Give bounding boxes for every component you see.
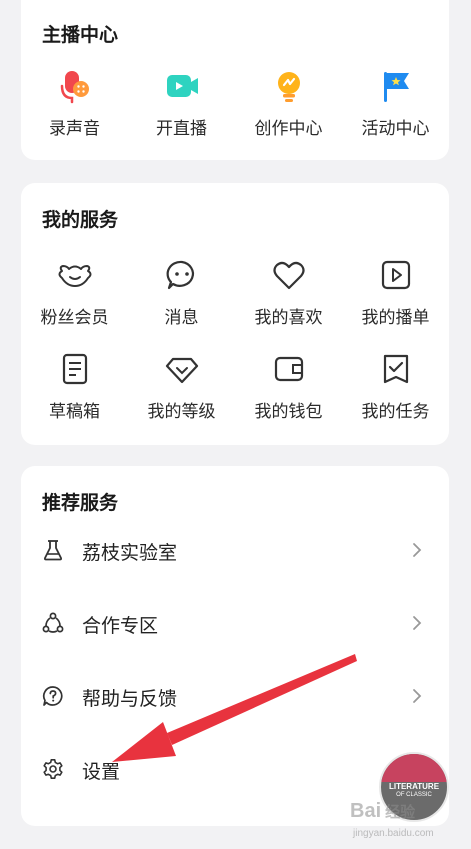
creation-center-button[interactable]: 创作中心 <box>235 68 342 139</box>
my-wallet-label: 我的钱包 <box>254 402 323 422</box>
message-icon <box>166 260 194 290</box>
flag-icon <box>383 72 409 102</box>
cover-art-band <box>381 754 447 782</box>
wallet-icon <box>274 356 303 382</box>
draft-box-label: 草稿箱 <box>49 402 100 422</box>
draft-box-button[interactable]: 草稿箱 <box>21 351 128 422</box>
lizhi-lab-label: 荔枝实验室 <box>82 542 178 564</box>
microphone-icon <box>60 71 89 104</box>
my-tasks-button[interactable]: 我的任务 <box>342 351 449 422</box>
watermark-brand-text2: 经验 <box>385 804 416 821</box>
my-level-label: 我的等级 <box>147 402 216 422</box>
floating-title-line2: OF CLASSIC <box>396 792 432 798</box>
record-voice-label: 录声音 <box>49 119 100 139</box>
chevron-right-icon <box>413 689 422 703</box>
my-likes-label: 我的喜欢 <box>254 308 323 328</box>
lizhi-lab-row[interactable]: 荔枝实验室 <box>21 520 449 580</box>
lightbulb-icon <box>277 72 300 102</box>
cooperation-icon <box>42 612 64 633</box>
activity-center-button[interactable]: 活动中心 <box>342 68 449 139</box>
my-services-card: 我的服务 粉丝会员 消息 我的喜欢 我的播单 草稿箱 我的等级 我的钱包 我的任… <box>21 183 449 445</box>
draft-icon <box>62 353 87 385</box>
my-playlist-label: 我的播单 <box>361 308 430 328</box>
task-icon <box>383 354 408 384</box>
chevron-right-icon <box>413 616 422 630</box>
settings-label: 设置 <box>82 761 121 783</box>
creation-center-label: 创作中心 <box>254 119 323 139</box>
my-likes-button[interactable]: 我的喜欢 <box>235 257 342 328</box>
fan-member-label: 粉丝会员 <box>40 308 109 328</box>
cooperation-zone-label: 合作专区 <box>82 615 159 637</box>
my-wallet-button[interactable]: 我的钱包 <box>235 351 342 422</box>
help-feedback-label: 帮助与反馈 <box>82 688 178 710</box>
help-feedback-row[interactable]: 帮助与反馈 <box>21 666 449 726</box>
activity-center-label: 活动中心 <box>361 119 430 139</box>
message-button[interactable]: 消息 <box>128 257 235 328</box>
watermark-brand: Bai 经验 <box>350 800 415 823</box>
watermark-url: jingyan.baidu.com <box>353 828 434 839</box>
gear-icon <box>43 759 63 779</box>
fan-member-icon <box>58 265 91 287</box>
flask-icon <box>43 540 63 561</box>
help-icon <box>42 686 63 706</box>
cooperation-zone-row[interactable]: 合作专区 <box>21 593 449 653</box>
level-icon <box>165 357 198 384</box>
start-live-label: 开直播 <box>156 119 207 139</box>
anchor-center-card: 主播中心 录声音 开直播 创作中心 活动中心 <box>21 0 449 160</box>
message-label: 消息 <box>164 308 199 328</box>
chevron-right-icon <box>413 543 422 557</box>
my-services-title: 我的服务 <box>42 209 119 231</box>
anchor-center-title: 主播中心 <box>42 24 119 46</box>
recommended-title: 推荐服务 <box>42 492 119 514</box>
video-camera-icon <box>166 75 198 97</box>
fan-member-button[interactable]: 粉丝会员 <box>21 257 128 328</box>
playlist-icon <box>381 260 410 290</box>
start-live-button[interactable]: 开直播 <box>128 68 235 139</box>
floating-title-line1: LITERATURE <box>388 782 440 791</box>
my-level-button[interactable]: 我的等级 <box>128 351 235 422</box>
my-tasks-label: 我的任务 <box>361 402 430 422</box>
heart-icon <box>272 261 305 290</box>
watermark-brand-text: Bai <box>350 800 382 822</box>
record-voice-button[interactable]: 录声音 <box>21 68 128 139</box>
my-playlist-button[interactable]: 我的播单 <box>342 257 449 328</box>
